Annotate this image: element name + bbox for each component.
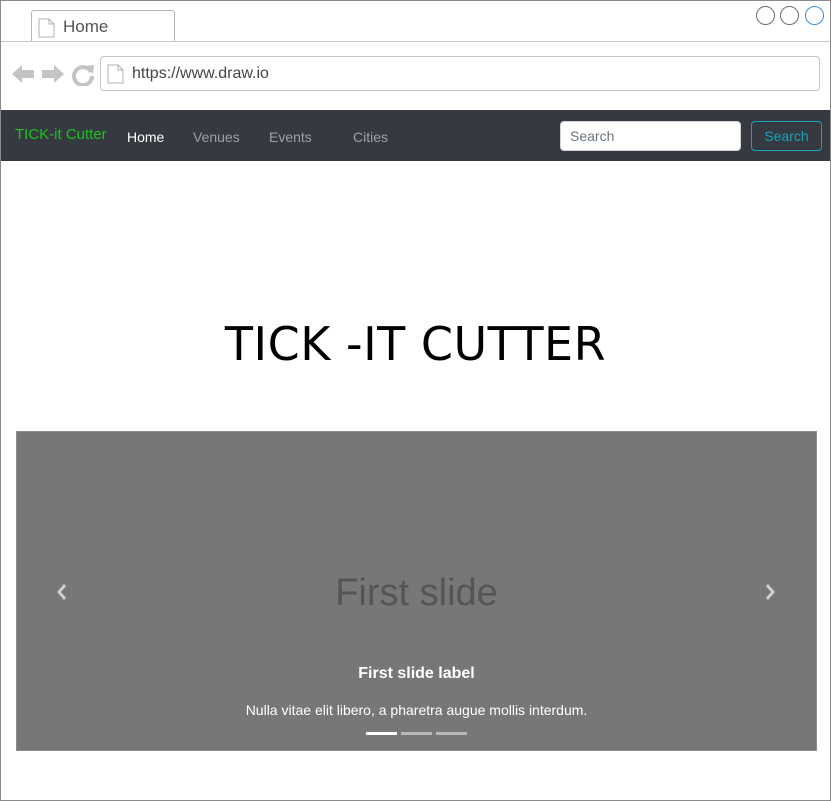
slide-placeholder-text: First slide xyxy=(335,572,498,614)
page-icon xyxy=(107,64,124,89)
nav-link-venues[interactable]: Venues xyxy=(193,129,240,145)
carousel: First slide First slide label Nulla vita… xyxy=(16,431,817,751)
hero-title: TICK -IT CUTTER xyxy=(224,317,607,371)
url-text: https://www.draw.io xyxy=(132,65,269,82)
search-input[interactable] xyxy=(560,121,741,151)
chevron-right-icon[interactable] xyxy=(763,583,777,606)
nav-link-cities[interactable]: Cities xyxy=(353,129,388,145)
close-button[interactable] xyxy=(805,6,824,25)
nav-link-home[interactable]: Home xyxy=(127,129,164,145)
minimize-button[interactable] xyxy=(756,6,775,25)
browser-window: Home https://www.draw.io TICK-it Cutter … xyxy=(0,0,831,801)
page-icon xyxy=(38,18,55,43)
nav-link-events[interactable]: Events xyxy=(269,129,312,145)
brand-logo[interactable]: TICK-it Cutter xyxy=(15,126,107,143)
maximize-button[interactable] xyxy=(780,6,799,25)
tab-strip: Home xyxy=(1,1,830,42)
site-navbar: TICK-it Cutter Home Venues Events Cities… xyxy=(1,110,830,161)
tab-title: Home xyxy=(63,17,109,36)
forward-arrow-icon[interactable] xyxy=(41,62,65,91)
url-bar[interactable]: https://www.draw.io xyxy=(100,56,820,91)
address-bar-row: https://www.draw.io xyxy=(1,42,830,110)
carousel-indicator-2[interactable] xyxy=(401,732,432,735)
carousel-indicator-1[interactable] xyxy=(366,732,397,735)
chevron-left-icon[interactable] xyxy=(55,583,69,606)
slide-label: First slide label xyxy=(358,665,475,682)
browser-tab-home[interactable]: Home xyxy=(31,10,175,41)
search-button[interactable]: Search xyxy=(751,121,822,151)
back-arrow-icon[interactable] xyxy=(11,62,35,91)
slide-caption: Nulla vitae elit libero, a pharetra augu… xyxy=(245,702,588,718)
carousel-indicator-3[interactable] xyxy=(436,732,467,735)
reload-icon[interactable] xyxy=(71,62,95,91)
